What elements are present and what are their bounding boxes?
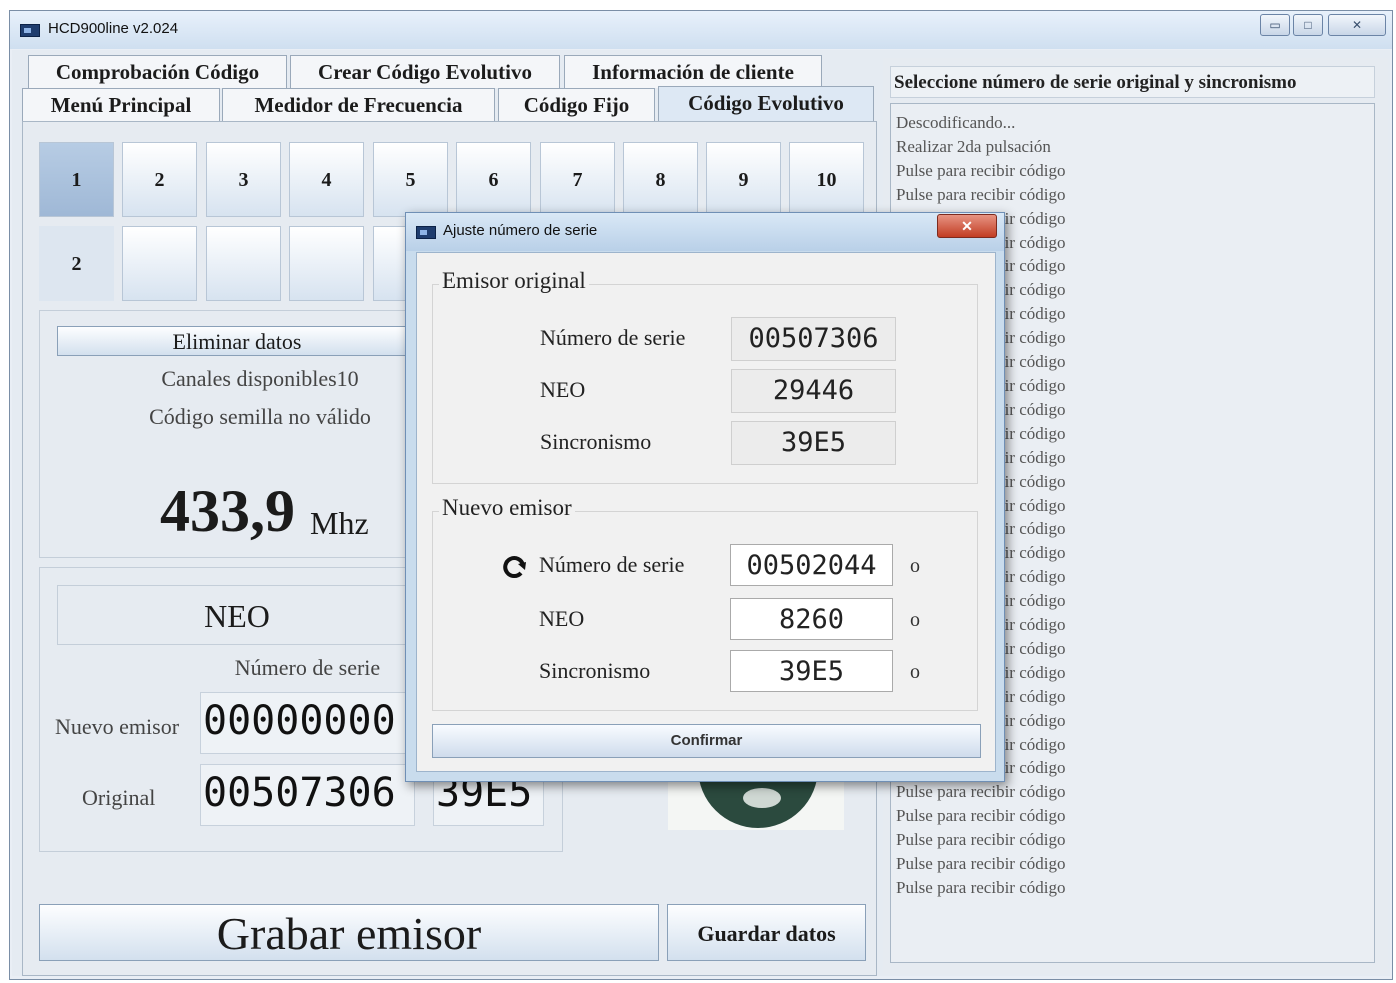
orig-neo-field: 29446	[731, 369, 896, 413]
channel-button-8[interactable]: 8	[623, 142, 698, 217]
new-serial-suffix: o	[910, 555, 920, 577]
original-emitter-group-label: Emisor original	[439, 268, 589, 294]
original-emitter-group	[432, 284, 978, 484]
log-entry: Pulse para recibir código	[896, 806, 1066, 826]
refresh-icon[interactable]	[501, 553, 529, 581]
orig-sync-label: Sincronismo	[540, 429, 652, 454]
neo-display: NEO	[57, 585, 417, 645]
channels-available-text: Canales disponibles10	[161, 366, 359, 391]
channel-button-6[interactable]: 6	[456, 142, 531, 217]
orig-serial-label: Número de serie	[540, 325, 686, 350]
new-serial-display: 00000000	[200, 692, 415, 754]
save-data-button[interactable]: Guardar datos	[667, 904, 866, 961]
maximize-button[interactable]: □	[1293, 14, 1323, 36]
log-entry: Pulse para recibir código	[896, 160, 1066, 180]
log-entry: Pulse para recibir código	[896, 782, 1066, 802]
new-neo-suffix: o	[910, 609, 920, 631]
dialog-close-button[interactable]: ✕	[937, 214, 997, 238]
channel-button-2[interactable]: 2	[122, 142, 197, 217]
channel-row2-button-4[interactable]	[289, 226, 364, 301]
channel-row2-button-3[interactable]	[206, 226, 281, 301]
channel-button-1[interactable]: 1	[39, 142, 114, 217]
new-serial-input[interactable]: 00502044	[730, 544, 893, 586]
new-serial-label: Número de serie	[539, 552, 685, 577]
orig-neo-label: NEO	[540, 377, 586, 402]
original-label: Original	[82, 785, 156, 810]
new-neo-label: NEO	[539, 606, 585, 631]
log-entry: Pulse para recibir código	[896, 184, 1066, 204]
log-entry: Descodificando...	[896, 113, 1016, 132]
frequency-unit: Mhz	[310, 505, 369, 541]
new-emitter-group	[432, 511, 978, 711]
app-icon	[20, 24, 40, 37]
seed-status-text: Código semilla no válido	[149, 404, 371, 429]
log-entry: Pulse para recibir código	[896, 830, 1066, 850]
tab-medidor-frecuencia[interactable]: Medidor de Frecuencia	[222, 88, 495, 121]
new-emitter-label: Nuevo emisor	[55, 714, 180, 739]
orig-serial-field: 00507306	[731, 317, 896, 361]
minimize-button[interactable]: ▭	[1260, 14, 1290, 36]
log-entry: Pulse para recibir código	[896, 878, 1066, 897]
tab-codigo-fijo[interactable]: Código Fijo	[498, 88, 655, 121]
orig-sync-field: 39E5	[731, 421, 896, 465]
right-header: Seleccione número de serie original y si…	[890, 66, 1375, 98]
channel-button-3[interactable]: 3	[206, 142, 281, 217]
tab-comprobacion-codigo[interactable]: Comprobación Código	[28, 55, 287, 88]
channel-button-7[interactable]: 7	[540, 142, 615, 217]
record-emitter-button[interactable]: Grabar emisor	[39, 904, 659, 961]
tab-crear-codigo-evolutivo[interactable]: Crear Código Evolutivo	[290, 55, 560, 88]
new-sync-label: Sincronismo	[539, 658, 651, 683]
tab-informacion-cliente[interactable]: Información de cliente	[564, 55, 822, 88]
title-bar	[10, 11, 1392, 49]
new-sync-input[interactable]: 39E5	[730, 650, 893, 692]
channel-button-10[interactable]: 10	[789, 142, 864, 217]
tab-menu-principal[interactable]: Menú Principal	[22, 88, 220, 121]
channel-button-5[interactable]: 5	[373, 142, 448, 217]
new-sync-suffix: o	[910, 661, 920, 683]
window-title: HCD900line v2.024	[48, 20, 179, 37]
channel-row2-button-2[interactable]	[122, 226, 197, 301]
dialog-title: Ajuste número de serie	[443, 222, 598, 239]
dialog-icon	[416, 226, 436, 239]
original-serial-display: 00507306	[200, 764, 415, 826]
new-emitter-group-label: Nuevo emisor	[439, 495, 575, 521]
confirm-button[interactable]: Confirmar	[432, 724, 981, 758]
tab-codigo-evolutivo[interactable]: Código Evolutivo	[658, 86, 874, 122]
serial-header: Número de serie	[234, 655, 381, 680]
channel-button-4[interactable]: 4	[289, 142, 364, 217]
log-entry: Pulse para recibir código	[896, 854, 1066, 874]
new-neo-input[interactable]: 8260	[730, 598, 893, 640]
delete-data-button[interactable]: Eliminar datos	[57, 326, 417, 356]
channel-row2-button-1[interactable]: 2	[39, 226, 114, 301]
frequency-value: 433,9	[160, 478, 295, 544]
close-button[interactable]: ✕	[1328, 14, 1386, 36]
log-entry: Realizar 2da pulsación	[896, 136, 1051, 156]
channel-button-9[interactable]: 9	[706, 142, 781, 217]
